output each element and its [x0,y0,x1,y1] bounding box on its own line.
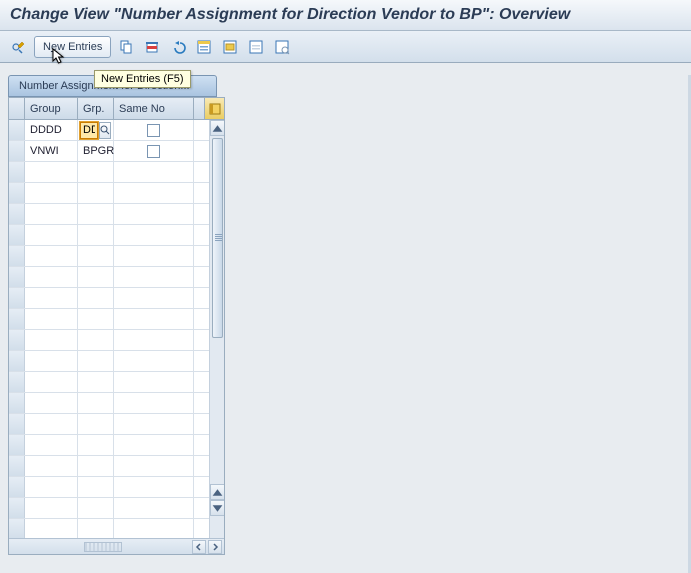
row-selector[interactable] [9,351,25,371]
delete-button[interactable] [141,36,163,58]
column-resize-handle[interactable] [84,542,122,552]
new-entries-button[interactable]: New Entries [34,36,111,58]
table-row [9,435,224,456]
new-entries-tooltip: New Entries (F5) [94,70,191,88]
row-selector[interactable] [9,141,25,161]
print-button[interactable] [271,36,293,58]
row-selector[interactable] [9,162,25,182]
table-row [9,309,224,330]
row-selector[interactable] [9,414,25,434]
table-row: DDDD [9,120,224,141]
row-selector[interactable] [9,330,25,350]
toggle-display-change-button[interactable] [8,36,30,58]
scroll-up-icon[interactable] [210,120,224,136]
row-selector[interactable] [9,225,25,245]
same-no-checkbox[interactable] [147,145,160,158]
row-selector[interactable] [9,120,25,140]
copy-as-button[interactable] [115,36,137,58]
data-grid: Group Grp. Same No DDDD [8,97,225,555]
row-selector[interactable] [9,267,25,287]
row-selector[interactable] [9,183,25,203]
cell-grp[interactable] [78,120,114,140]
column-header-group[interactable]: Group [25,98,78,119]
table-row [9,288,224,309]
same-no-checkbox[interactable] [147,124,160,137]
vertical-scrollbar[interactable] [209,120,224,538]
row-selector[interactable] [9,519,25,538]
content-area: Number Assignment for Direction... Group… [0,75,691,573]
scroll-thumb[interactable] [212,138,223,338]
table-row [9,267,224,288]
table-row [9,351,224,372]
grid-header: Group Grp. Same No [9,98,224,120]
new-entries-label-prefix: N [43,41,51,53]
scroll-right-icon[interactable] [208,540,222,554]
table-row [9,393,224,414]
scroll-up-bottom-icon[interactable] [210,484,224,500]
row-selector[interactable] [9,456,25,476]
row-selector[interactable] [9,477,25,497]
column-header-grp[interactable]: Grp. [78,98,114,119]
table-row [9,204,224,225]
cell-group[interactable]: DDDD [25,120,78,140]
row-selector[interactable] [9,204,25,224]
select-block-button[interactable] [219,36,241,58]
cell-group[interactable]: VNWI [25,141,78,161]
table-row [9,225,224,246]
table-row [9,162,224,183]
table-row [9,519,224,538]
grp-input[interactable] [80,122,98,139]
table-row [9,246,224,267]
table-row [9,330,224,351]
table-row [9,477,224,498]
new-entries-label-suffix: w Entries [57,41,102,53]
scroll-down-icon[interactable] [210,500,224,516]
table-row: VNWI BPGR [9,141,224,162]
row-selector-header[interactable] [9,98,25,119]
row-selector[interactable] [9,372,25,392]
table-row [9,498,224,519]
select-all-button[interactable] [193,36,215,58]
cell-grp[interactable]: BPGR [78,141,114,161]
undo-change-button[interactable] [167,36,189,58]
table-row [9,456,224,477]
row-selector[interactable] [9,435,25,455]
table-row [9,183,224,204]
grid-footer [9,538,224,554]
table-row [9,414,224,435]
configure-columns-button[interactable] [204,98,224,119]
page-title: Change View "Number Assignment for Direc… [0,0,691,31]
deselect-all-button[interactable] [245,36,267,58]
row-selector[interactable] [9,309,25,329]
application-toolbar: New Entries [0,31,691,63]
cell-same-no[interactable] [114,120,194,140]
scroll-left-icon[interactable] [192,540,206,554]
row-selector[interactable] [9,288,25,308]
column-header-same-no[interactable]: Same No [114,98,194,119]
row-selector[interactable] [9,393,25,413]
row-selector[interactable] [9,498,25,518]
search-help-icon[interactable] [99,122,111,139]
grid-body: DDDD VNWI BPGR [9,120,224,538]
row-selector[interactable] [9,246,25,266]
cell-same-no[interactable] [114,141,194,161]
table-row [9,372,224,393]
